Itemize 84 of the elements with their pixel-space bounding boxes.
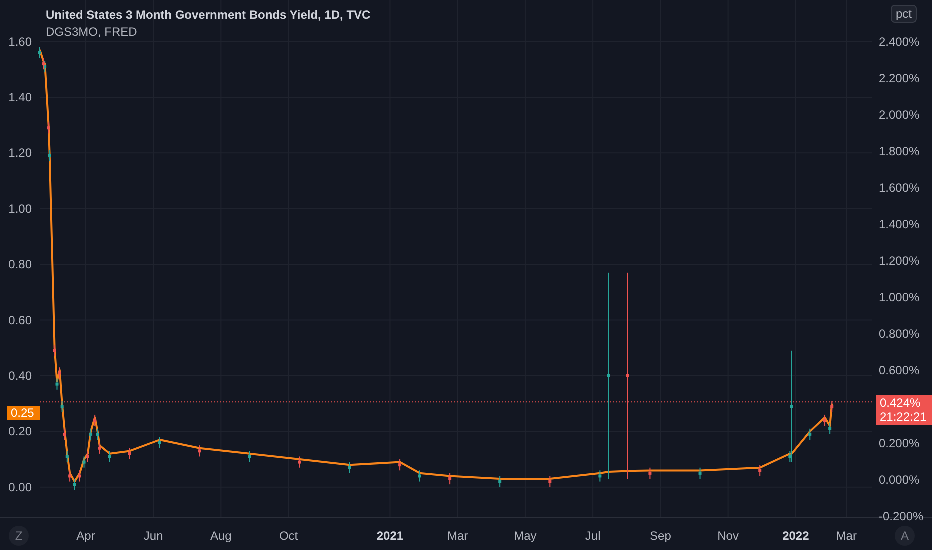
axis-label: 2.200% — [879, 72, 920, 86]
axis-label: 1.60 — [8, 34, 32, 49]
axis-label: 2.400% — [879, 35, 920, 49]
point — [418, 474, 422, 478]
axis-label: 1.00 — [8, 202, 32, 216]
point — [598, 474, 602, 478]
point — [824, 419, 827, 422]
axis-label: Sep — [650, 529, 672, 543]
axis-label: 0.80 — [8, 258, 32, 272]
point — [808, 432, 812, 436]
axis-label: 1.000% — [879, 290, 920, 304]
point — [96, 432, 100, 436]
point — [788, 455, 792, 458]
axis-label: 0.60 — [8, 313, 32, 328]
point — [128, 452, 132, 456]
axis-label: 2.000% — [879, 108, 920, 122]
axis-label: 1.200% — [879, 254, 920, 268]
scale-button[interactable]: A — [895, 526, 915, 546]
point — [626, 374, 630, 378]
unit-badge[interactable]: pct — [891, 5, 918, 23]
axis-label: Jul — [585, 529, 601, 543]
axis-label: 0.000% — [879, 473, 920, 487]
axis-label: 1.800% — [879, 144, 920, 158]
point — [58, 372, 62, 375]
point — [698, 472, 702, 475]
axis-label: Aug — [210, 529, 232, 543]
scale-button[interactable]: Z — [9, 526, 29, 546]
price-label: 0.424% 21:22:21 — [876, 395, 932, 426]
point — [78, 474, 82, 478]
point — [98, 446, 102, 450]
point — [648, 472, 652, 475]
point — [56, 382, 59, 386]
point — [108, 455, 112, 458]
axis-label: 1.600% — [879, 181, 920, 195]
point — [90, 432, 93, 436]
axis-label: 0.200% — [879, 436, 920, 450]
point — [828, 427, 832, 430]
axis-label: 2022 — [782, 529, 810, 543]
point — [498, 480, 502, 484]
data-source: DGS3MO, FRED — [46, 25, 138, 39]
point — [48, 154, 52, 158]
axis-label: 0.40 — [8, 368, 32, 383]
point — [38, 51, 42, 54]
point — [758, 469, 762, 472]
axis-label: 1.400% — [879, 218, 920, 232]
point — [63, 432, 66, 436]
point — [60, 405, 64, 408]
axis-label: Mar — [448, 529, 468, 543]
point — [86, 455, 90, 458]
point — [298, 460, 302, 464]
axis-label: May — [514, 529, 537, 543]
point — [68, 474, 72, 478]
point — [198, 450, 202, 453]
point — [82, 460, 86, 464]
point — [448, 478, 452, 481]
axis-label: 0.20 — [8, 424, 32, 439]
point — [47, 126, 50, 130]
axis-label: 2021 — [376, 529, 404, 543]
point — [248, 455, 252, 458]
axis-label: Apr — [76, 529, 96, 543]
point — [158, 441, 162, 444]
point — [348, 466, 352, 470]
axis-label: Jun — [144, 529, 164, 543]
axis-label: 1.40 — [8, 90, 32, 104]
point — [398, 464, 402, 467]
axis-label: -0.200% — [879, 510, 924, 524]
point — [790, 405, 794, 408]
point — [94, 419, 97, 422]
point — [73, 483, 76, 486]
axis-label: Mar — [836, 529, 857, 543]
point — [830, 405, 834, 408]
point — [42, 62, 46, 66]
axis-label: 0.600% — [879, 364, 920, 378]
price-label: 0.25 — [7, 406, 40, 420]
axis-label: 1.20 — [8, 146, 32, 160]
axis-label: Nov — [718, 529, 739, 543]
axis-label: Oct — [279, 529, 298, 543]
axis-label: 0.800% — [879, 327, 920, 341]
axis-label: 0.00 — [8, 480, 32, 494]
point — [53, 349, 56, 352]
chart-title: United States 3 Month Government Bonds Yield, 1D, TVC — [46, 8, 371, 22]
point — [548, 480, 552, 484]
point — [607, 374, 610, 378]
point — [66, 455, 69, 458]
